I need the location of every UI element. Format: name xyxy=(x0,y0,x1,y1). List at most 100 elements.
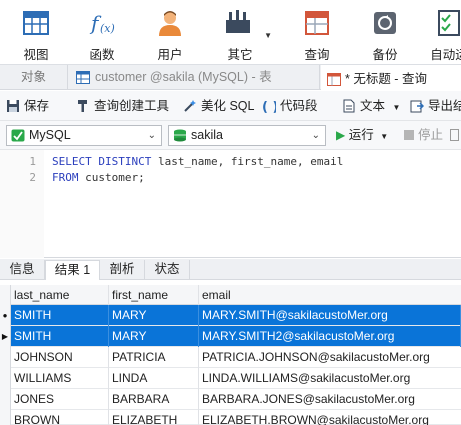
hammer-icon xyxy=(78,100,87,112)
cell-email[interactable]: MARY.SMITH2@sakilacustoMer.org xyxy=(199,326,461,347)
row-indicator-dot-icon: ● xyxy=(0,305,11,326)
cell-first-name[interactable]: PATRICIA xyxy=(109,347,199,368)
ribbon-view-button[interactable]: 视图 xyxy=(8,6,64,62)
chevron-down-icon: ⌄ xyxy=(147,130,156,141)
row-indicator xyxy=(0,347,11,368)
table-row[interactable]: JONES BARBARA BARBARA.JONES@sakilacustoM… xyxy=(0,389,461,410)
document-tab-bar: 对象 customer @sakila (MySQL) - 表 * 无标题 - … xyxy=(0,64,461,90)
tab-objects[interactable]: 对象 xyxy=(0,65,68,90)
ribbon-function-button[interactable]: f (x) 函数 xyxy=(74,6,130,62)
text-menu-button[interactable]: 文本 ▼ xyxy=(342,91,400,121)
table-row[interactable]: WILLIAMS LINDA LINDA.WILLIAMS@sakilacust… xyxy=(0,368,461,389)
document-icon xyxy=(343,99,355,113)
sql-text: last_name, first_name, email xyxy=(151,155,344,168)
tools-icon xyxy=(226,10,250,33)
cell-email[interactable]: LINDA.WILLIAMS@sakilacustoMer.org xyxy=(199,368,461,389)
ribbon-automation-button[interactable]: 自动运 xyxy=(421,6,461,62)
export-icon xyxy=(410,100,424,113)
user-icon xyxy=(159,11,181,36)
result-grid[interactable]: last_name first_name email ● SMITH MARY … xyxy=(0,281,461,425)
result-tab-bar: 信息 结果 1 剖析 状态 xyxy=(0,259,461,280)
ribbon-query-button[interactable]: 查询 xyxy=(289,6,345,62)
table-row[interactable]: ▶ SMITH MARY MARY.SMITH2@sakilacustoMer.… xyxy=(0,326,461,347)
backup-icon xyxy=(374,12,396,34)
chevron-down-icon: ⌄ xyxy=(311,130,320,141)
svg-text:(x): (x) xyxy=(100,22,115,35)
dropdown-caret-icon[interactable]: ▼ xyxy=(380,132,388,141)
cell-last-name[interactable]: JONES xyxy=(11,389,109,410)
cell-first-name[interactable]: LINDA xyxy=(109,368,199,389)
table-icon xyxy=(76,71,90,84)
stop-icon xyxy=(404,130,414,140)
ribbon-label: 其它 xyxy=(227,48,253,62)
column-header-email[interactable]: email xyxy=(199,285,461,305)
code-text: FROM customer; xyxy=(52,170,145,186)
query-icon xyxy=(305,11,329,35)
dropdown-caret-icon[interactable]: ▼ xyxy=(393,103,401,112)
sql-keyword: FROM xyxy=(52,171,79,184)
column-header-first-name[interactable]: first_name xyxy=(109,285,199,305)
ribbon-other-button[interactable]: 其它 ▼ xyxy=(212,6,276,62)
code-snippet-button[interactable]: ( ) 代码段 xyxy=(262,91,318,121)
cell-last-name[interactable]: SMITH xyxy=(11,326,109,347)
query-builder-button[interactable]: 查询创建工具 xyxy=(76,91,169,121)
ribbon-backup-button[interactable]: 备份 xyxy=(357,6,413,62)
tab-status[interactable]: 状态 xyxy=(145,260,190,280)
tab-customer-table[interactable]: customer @sakila (MySQL) - 表 xyxy=(69,65,320,90)
run-button[interactable]: ▶ 运行 ▼ xyxy=(336,121,388,150)
cell-last-name[interactable]: JOHNSON xyxy=(11,347,109,368)
ribbon-label: 备份 xyxy=(372,48,398,62)
cell-last-name[interactable]: BROWN xyxy=(11,410,109,425)
cell-first-name[interactable]: MARY xyxy=(109,326,199,347)
ribbon-user-button[interactable]: 用户 xyxy=(142,6,198,62)
database-icon xyxy=(174,129,186,142)
dropdown-caret-icon[interactable]: ▼ xyxy=(264,31,272,40)
cell-email[interactable]: MARY.SMITH@sakilacustoMer.org xyxy=(199,305,461,326)
table-row[interactable]: ● SMITH MARY MARY.SMITH@sakilacustoMer.o… xyxy=(0,305,461,326)
stop-button[interactable]: 停止 xyxy=(404,121,443,150)
query-icon xyxy=(327,73,341,86)
tab-info[interactable]: 信息 xyxy=(0,260,45,280)
row-indicator xyxy=(0,410,11,425)
connection-icon xyxy=(11,129,25,142)
tab-untitled-query[interactable]: * 无标题 - 查询 xyxy=(321,65,461,90)
sql-text: customer; xyxy=(78,171,145,184)
code-line: 2 FROM customer; xyxy=(0,170,461,186)
cell-first-name[interactable]: MARY xyxy=(109,305,199,326)
cell-first-name[interactable]: BARBARA xyxy=(109,389,199,410)
grid-header: last_name first_name email xyxy=(0,285,461,305)
cell-email[interactable]: PATRICIA.JOHNSON@sakilacustoMer.org xyxy=(199,347,461,368)
database-value: sakila xyxy=(191,128,223,142)
beautify-sql-button[interactable]: 美化 SQL xyxy=(183,91,255,121)
table-row[interactable]: BROWN ELIZABETH ELIZABETH.BROWN@sakilacu… xyxy=(0,410,461,425)
play-icon: ▶ xyxy=(336,128,346,142)
export-result-button[interactable]: 导出结 xyxy=(410,91,461,121)
row-indicator xyxy=(0,368,11,389)
cell-first-name[interactable]: ELIZABETH xyxy=(109,410,199,425)
explain-button[interactable] xyxy=(450,121,459,150)
cell-last-name[interactable]: WILLIAMS xyxy=(11,368,109,389)
save-icon xyxy=(7,100,19,112)
connection-value: MySQL xyxy=(29,128,71,142)
ribbon-label: 函数 xyxy=(89,48,115,62)
ribbon-label: 自动运 xyxy=(430,48,461,62)
tab-profile[interactable]: 剖析 xyxy=(100,260,145,280)
cell-email[interactable]: ELIZABETH.BROWN@sakilacustoMer.org xyxy=(199,410,461,425)
sql-editor[interactable]: 1 SELECT DISTINCT last_name, first_name,… xyxy=(0,150,461,258)
connection-select[interactable]: MySQL ⌄ xyxy=(6,125,162,146)
database-select[interactable]: sakila ⌄ xyxy=(168,125,326,146)
svg-text:( ): ( ) xyxy=(262,100,276,113)
save-button[interactable]: 保存 xyxy=(6,91,49,121)
automation-icon xyxy=(438,10,460,36)
sql-keyword: SELECT DISTINCT xyxy=(52,155,152,168)
row-indicator-arrow-icon: ▶ xyxy=(0,326,11,347)
cell-last-name[interactable]: SMITH xyxy=(11,305,109,326)
code-line: 1 SELECT DISTINCT last_name, first_name,… xyxy=(0,154,461,170)
tab-result-1[interactable]: 结果 1 xyxy=(45,260,100,280)
table-row[interactable]: JOHNSON PATRICIA PATRICIA.JOHNSON@sakila… xyxy=(0,347,461,368)
column-header-last-name[interactable]: last_name xyxy=(11,285,109,305)
parentheses-icon: ( ) xyxy=(262,100,276,113)
cell-email[interactable]: BARBARA.JONES@sakilacustoMer.org xyxy=(199,389,461,410)
table-view-icon xyxy=(23,11,49,35)
ribbon-label: 用户 xyxy=(157,48,183,62)
